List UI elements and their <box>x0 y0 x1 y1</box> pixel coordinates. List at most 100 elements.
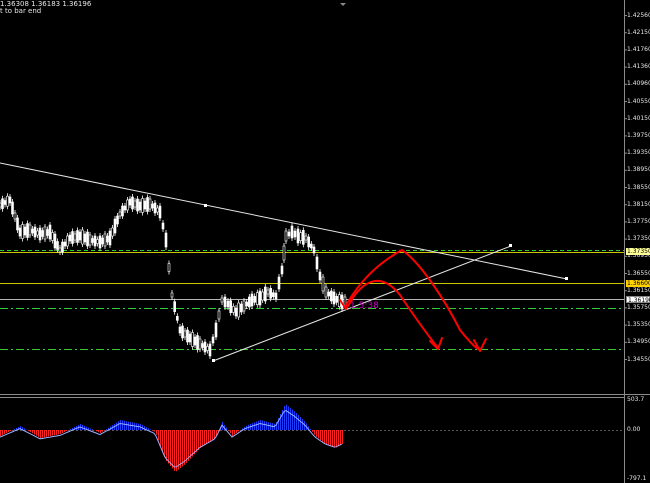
histogram-bar <box>2 430 3 435</box>
histogram-bar <box>288 406 289 430</box>
histogram-bar <box>260 420 261 430</box>
price-axis-label: 1.40550 <box>627 97 650 105</box>
candle-body <box>103 233 107 247</box>
histogram-bar <box>202 430 203 447</box>
price-axis-label: 1.38550 <box>627 183 650 191</box>
price-axis-label: 1.35350 <box>627 321 650 329</box>
candle-body <box>324 286 328 298</box>
candle-body <box>266 289 270 295</box>
histogram-bar <box>208 430 209 443</box>
trendline-anchor-handle[interactable] <box>212 359 215 362</box>
candle-body <box>223 296 227 308</box>
candle-body <box>242 300 246 312</box>
candle-body <box>201 343 204 348</box>
candle-body <box>101 237 104 245</box>
candle-body <box>186 329 189 343</box>
trendline-anchor-handle[interactable] <box>565 277 568 280</box>
price-tag-bid: 1.36196 <box>626 296 650 304</box>
histogram-bar <box>262 420 263 430</box>
histogram-bar <box>298 415 299 430</box>
candle-body <box>310 243 313 249</box>
candle-body <box>327 291 330 297</box>
trading-chart-window: 1.36308 1.36183 1.36196 t to bar end 1.5… <box>0 0 650 483</box>
candle-body <box>284 230 288 242</box>
histogram-bar <box>320 430 321 440</box>
histogram-bar <box>6 430 7 433</box>
histogram-bar <box>130 422 131 430</box>
candle-body <box>33 226 37 238</box>
candle-body <box>23 226 27 236</box>
histogram-bar <box>338 430 339 447</box>
candle-body <box>196 335 199 350</box>
candle-body <box>26 223 29 238</box>
histogram-bar <box>176 430 177 472</box>
candle-body <box>208 343 212 357</box>
candle-body <box>178 326 182 334</box>
price-axis-label: 1.36550 <box>627 269 650 277</box>
candle-body <box>293 230 297 238</box>
price-axis-label: 1.38150 <box>627 200 650 208</box>
histogram-bar <box>296 413 297 430</box>
candle-body <box>296 228 300 244</box>
histogram-bar <box>232 430 233 436</box>
price-tag-resistance: 1.37350 <box>626 248 650 255</box>
descending-trendline[interactable] <box>0 162 568 280</box>
histogram-bar <box>60 430 61 434</box>
histogram-bar <box>200 430 201 448</box>
histogram-bar <box>42 430 43 438</box>
histogram-bar <box>28 430 29 431</box>
candle-body <box>232 306 235 313</box>
candle-body <box>113 218 117 234</box>
histogram-bar <box>54 430 55 436</box>
candle-body <box>91 238 94 243</box>
candle-body <box>299 232 302 241</box>
candle-body <box>307 236 310 248</box>
price-tag-pivot: 1.36600 <box>626 280 650 287</box>
histogram-bar <box>214 430 215 439</box>
candle-body <box>191 332 194 347</box>
candle-body <box>106 235 109 243</box>
histogram-bar <box>256 421 257 430</box>
candle-body <box>66 235 69 247</box>
candle-body <box>274 292 278 300</box>
trendline-anchor-handle[interactable] <box>204 204 207 207</box>
candle-body <box>151 203 154 209</box>
histogram-bar <box>0 430 1 436</box>
histogram-bar <box>206 430 207 444</box>
candle-body <box>31 228 34 234</box>
histogram-bar <box>236 430 237 433</box>
histogram-bar <box>196 430 197 453</box>
candle-body <box>108 230 112 246</box>
histogram-bar <box>300 417 301 430</box>
candle-body <box>229 300 232 313</box>
histogram-bar <box>62 430 63 433</box>
price-axis-label: 1.42560 <box>627 11 650 19</box>
histogram-bar <box>340 430 341 446</box>
candle-body <box>0 202 2 208</box>
candle-body <box>58 247 62 253</box>
candle-body <box>38 227 42 241</box>
histogram-bar <box>102 430 103 432</box>
candle-body <box>46 229 49 236</box>
chart-canvas[interactable]: 1.5:38 <box>0 0 650 483</box>
histogram-bar <box>4 430 5 434</box>
histogram-bar <box>194 430 195 455</box>
histogram-bar <box>58 430 59 435</box>
candle-body <box>261 291 264 301</box>
trendline-anchor-handle[interactable] <box>509 244 512 247</box>
histogram-bar <box>38 430 39 437</box>
candle-body <box>280 265 284 275</box>
histogram-bar <box>268 422 269 430</box>
candle-body <box>81 229 84 245</box>
histogram-bar <box>188 430 189 461</box>
price-axis-label: 1.39350 <box>627 149 650 157</box>
histogram-bar <box>164 430 165 458</box>
histogram-bar <box>318 430 319 439</box>
histogram-bar <box>312 430 313 432</box>
candle-body <box>198 338 202 350</box>
candlestick-series <box>0 193 347 359</box>
candle-body <box>315 256 319 270</box>
candle-body <box>173 301 176 312</box>
chart-shift-marker-icon[interactable] <box>340 3 346 6</box>
candle-body <box>332 291 336 305</box>
